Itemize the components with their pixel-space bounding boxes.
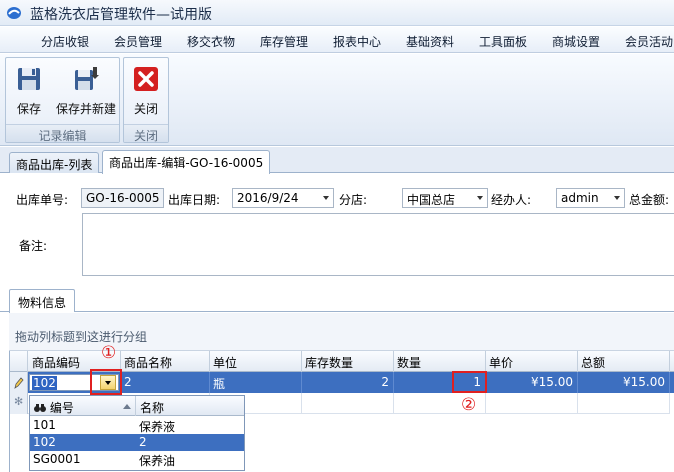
outbound-form: 出库单号: GO-16-0005 出库日期: 2016/9/24 分店: 中国总… (0, 174, 674, 286)
new-row-icon: ✻ (14, 395, 24, 408)
total-amount-label: 总金额: (629, 193, 670, 207)
annotation-highlight-quantity (452, 371, 487, 393)
pencil-icon (14, 377, 24, 389)
column-header-price[interactable]: 单价 (486, 351, 578, 372)
date-value: 2016/9/24 (237, 191, 299, 205)
popup-cell-code: 101 (33, 418, 56, 432)
date-label: 出库日期: (168, 193, 221, 207)
cell-stock[interactable] (302, 393, 394, 414)
annotation-marker-2: ② (461, 395, 477, 415)
menu-branch-cashier[interactable]: 分店收银 (41, 33, 89, 50)
document-tabs: 商品出库-列表 商品出库-编辑-GO-16-0005 (0, 147, 674, 174)
branch-select[interactable]: 中国总店 (402, 188, 488, 208)
ribbon-group-caption: 关闭 (124, 124, 168, 143)
cell-price[interactable] (486, 393, 578, 414)
cell-price[interactable]: ¥15.00 (486, 372, 578, 393)
tab-material-info[interactable]: 物料信息 (9, 289, 76, 312)
popup-cell-code: SG0001 (33, 452, 81, 466)
popup-cell-code: 102 (33, 435, 56, 449)
menu-report-center[interactable]: 报表中心 (333, 33, 381, 50)
popup-row-selected[interactable]: 102 2 (30, 434, 244, 451)
ribbon-toolbar: 保存 保存并新建 记录编辑 关闭 关闭 (0, 54, 674, 146)
chevron-down-icon[interactable] (477, 196, 483, 200)
column-header-quantity[interactable]: 数量 (394, 351, 486, 372)
annotation-marker-1: ① (101, 343, 117, 363)
column-header-stock[interactable]: 库存数量 (302, 351, 394, 372)
menu-tool-panel[interactable]: 工具面板 (479, 33, 527, 50)
order-no-field[interactable]: GO-16-0005 (81, 188, 164, 208)
popup-row[interactable]: 101 保养液 (30, 417, 244, 434)
annotation-highlight-dropdown (90, 369, 122, 395)
date-picker[interactable]: 2016/9/24 (232, 188, 334, 208)
cell-total[interactable] (578, 393, 670, 414)
handler-select[interactable]: admin (556, 188, 625, 208)
popup-header: 编号 名称 (30, 396, 244, 416)
save-and-new-label: 保存并新建 (55, 102, 116, 116)
close-icon (134, 67, 158, 91)
product-lookup-popup[interactable]: 编号 名称 101 保养液 102 2 SG0001 保养油 (29, 395, 245, 471)
popup-cell-name: 保养液 (139, 420, 176, 434)
menu-inventory[interactable]: 库存管理 (260, 33, 308, 50)
ribbon-group-record-edit: 保存 保存并新建 记录编辑 (5, 57, 120, 143)
order-no-label: 出库单号: (16, 193, 69, 207)
cell-stock[interactable]: 2 (302, 372, 394, 393)
close-button[interactable]: 关闭 (126, 60, 166, 118)
popup-column-name[interactable]: 名称 (136, 396, 244, 416)
app-logo-icon (7, 7, 21, 19)
window-title: 蓝格洗衣店管理软件—试用版 (30, 7, 212, 23)
popup-cell-name: 保养油 (139, 454, 176, 468)
cell-name[interactable]: 2 (121, 372, 210, 393)
tab-outbound-list[interactable]: 商品出库-列表 (9, 152, 100, 173)
column-header-total[interactable]: 总额 (578, 351, 670, 372)
ribbon-group-close: 关闭 关闭 (123, 57, 169, 143)
row-indicator: ✻ (10, 393, 28, 414)
handler-label: 经办人: (491, 193, 532, 207)
close-label: 关闭 (133, 102, 158, 116)
handler-value: admin (561, 191, 599, 205)
menu-basic-data[interactable]: 基础资料 (406, 33, 454, 50)
code-editor-value: 102 (32, 376, 57, 390)
remark-textarea[interactable] (82, 213, 674, 276)
menu-member-activity[interactable]: 会员活动 (625, 33, 673, 50)
column-header-name[interactable]: 商品名称 (121, 351, 210, 372)
popup-row[interactable]: SG0001 保养油 (30, 451, 244, 468)
chevron-down-icon[interactable] (614, 196, 620, 200)
popup-cell-name: 2 (139, 435, 147, 449)
column-header-unit[interactable]: 单位 (210, 351, 302, 372)
save-icon (18, 68, 40, 90)
ribbon-group-caption: 记录编辑 (6, 124, 119, 143)
save-button[interactable]: 保存 (8, 60, 50, 118)
cell-unit[interactable]: 瓶 (210, 372, 302, 393)
menu-bar: 分店收银 会员管理 移交衣物 库存管理 报表中心 基础资料 工具面板 商城设置 … (0, 27, 674, 53)
save-and-new-button[interactable]: 保存并新建 (54, 60, 118, 118)
save-new-icon (75, 67, 99, 90)
popup-column-code[interactable]: 编号 (30, 396, 136, 416)
menu-mall-settings[interactable]: 商城设置 (552, 33, 600, 50)
header-indicator (10, 351, 28, 372)
cell-total[interactable]: ¥15.00 (578, 372, 670, 393)
popup-column-code-label: 编号 (49, 401, 74, 415)
chevron-down-icon[interactable] (323, 196, 329, 200)
tab-outbound-edit[interactable]: 商品出库-编辑-GO-16-0005 (102, 150, 271, 174)
remark-label: 备注: (19, 239, 48, 253)
sort-ascending-icon (123, 404, 131, 409)
save-label: 保存 (16, 102, 41, 116)
title-bar: 蓝格洗衣店管理软件—试用版 (0, 0, 674, 26)
branch-value: 中国总店 (407, 193, 456, 207)
row-indicator (10, 372, 28, 393)
binoculars-icon (34, 404, 46, 412)
menu-transfer-clothes[interactable]: 移交衣物 (187, 33, 235, 50)
detail-tabs: 物料信息 (0, 288, 674, 312)
menu-member-management[interactable]: 会员管理 (114, 33, 162, 50)
group-by-hint: 拖动列标题到这进行分组 (15, 330, 148, 344)
branch-label: 分店: (339, 193, 368, 207)
